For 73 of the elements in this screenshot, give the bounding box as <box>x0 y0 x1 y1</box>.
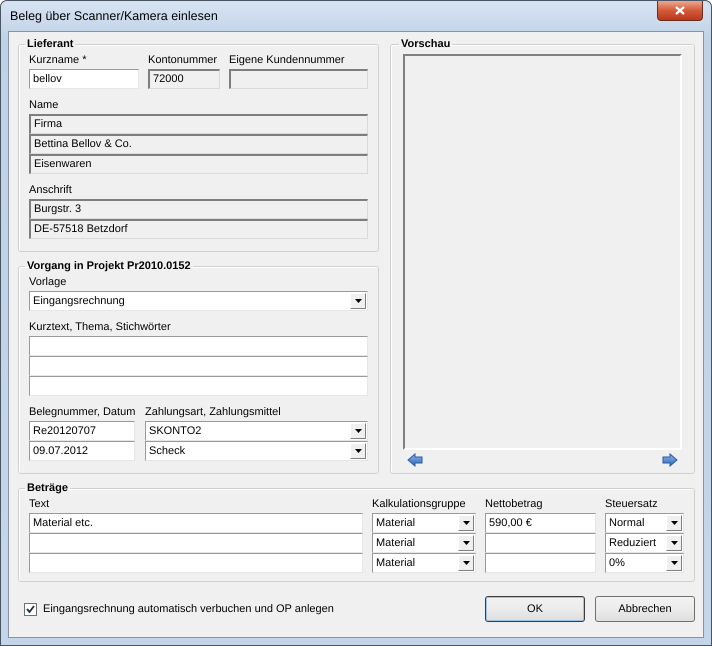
check-icon <box>26 605 35 613</box>
caret-icon <box>462 521 470 525</box>
dropdown-button[interactable] <box>350 443 366 459</box>
dropdown-button[interactable] <box>458 555 474 571</box>
checkbox[interactable] <box>24 602 37 616</box>
text-field[interactable]: Burgstr. 3 <box>29 199 368 219</box>
dropdown-button[interactable] <box>350 293 366 309</box>
dropdown[interactable]: Material <box>372 513 476 533</box>
text-field[interactable]: Bettina Bellov & Co. <box>29 134 368 154</box>
group-title: Beträge <box>26 482 69 494</box>
dropdown-button[interactable] <box>458 535 474 551</box>
dialog-button[interactable]: Abbrechen <box>595 596 695 622</box>
left-arrow-icon[interactable] <box>407 453 425 467</box>
group-title: Lieferant <box>26 38 74 50</box>
field-label: Kurzname * <box>29 53 88 67</box>
field-label: Eigene Kundennummer <box>229 53 346 67</box>
text-field[interactable]: 09.07.2012 <box>29 441 135 461</box>
text-field[interactable]: Eisenwaren <box>29 154 368 174</box>
close-icon <box>675 6 685 15</box>
caret-icon <box>354 449 362 453</box>
dropdown[interactable]: Eingangsrechnung <box>29 291 368 311</box>
column-header: Nettobetrag <box>485 497 544 511</box>
field-label: Zahlungsart, Zahlungsmittel <box>145 405 282 419</box>
field-label: Anschrift <box>29 183 73 197</box>
text-field[interactable] <box>29 533 363 553</box>
close-button[interactable] <box>657 1 703 21</box>
dropdown-button[interactable] <box>666 555 682 571</box>
dropdown-button[interactable] <box>458 515 474 531</box>
right-arrow-icon[interactable] <box>660 453 678 467</box>
amount-field[interactable] <box>485 553 596 573</box>
caret-icon <box>670 521 678 525</box>
group-title: Vorgang in Projekt Pr2010.0152 <box>26 260 192 272</box>
amount-field[interactable]: 590,00 € <box>485 513 596 533</box>
caret-icon <box>462 561 470 565</box>
text-field[interactable]: bellov <box>29 69 139 89</box>
text-field[interactable] <box>29 356 368 376</box>
dropdown[interactable]: Scheck <box>145 441 368 461</box>
dropdown-button[interactable] <box>350 423 366 439</box>
dropdown[interactable]: 0% <box>605 553 684 573</box>
text-field[interactable]: 72000 <box>148 69 220 89</box>
field-label: Belegnummer, Datum <box>29 405 135 419</box>
dropdown-button[interactable] <box>666 515 682 531</box>
dialog-button[interactable]: OK <box>485 596 585 622</box>
amount-field[interactable] <box>485 533 596 553</box>
field-label: Kurztext, Thema, Stichwörter <box>29 320 172 334</box>
field-label: Name <box>29 98 60 112</box>
group-title: Vorschau <box>400 38 452 50</box>
text-field[interactable] <box>229 69 368 89</box>
text-field[interactable] <box>29 336 368 356</box>
column-header: Text <box>29 497 50 511</box>
caret-icon <box>354 299 362 303</box>
text-field[interactable]: Material etc. <box>29 513 363 533</box>
field-label: Vorlage <box>29 275 68 289</box>
caret-icon <box>670 561 678 565</box>
caret-icon <box>462 541 470 545</box>
caret-icon <box>670 541 678 545</box>
text-field[interactable] <box>29 376 368 396</box>
dropdown[interactable]: Normal <box>605 513 684 533</box>
column-header: Steuersatz <box>605 497 659 511</box>
column-header: Kalkulationsgruppe <box>372 497 467 511</box>
checkbox-label: Eingangsrechnung automatisch verbuchen und OP anlegen <box>43 603 334 615</box>
dropdown[interactable]: Material <box>372 533 476 553</box>
text-field[interactable]: DE-57518 Betzdorf <box>29 219 368 239</box>
text-field[interactable] <box>29 553 363 573</box>
window-title: Beleg über Scanner/Kamera einlesen <box>9 8 218 25</box>
field-label: Kontonummer <box>148 53 218 67</box>
text-field[interactable]: Re20120707 <box>29 421 135 441</box>
dropdown-button[interactable] <box>666 535 682 551</box>
text-field[interactable]: Firma <box>29 114 368 134</box>
caret-icon <box>354 429 362 433</box>
dropdown[interactable]: Material <box>372 553 476 573</box>
dropdown[interactable]: SKONTO2 <box>145 421 368 441</box>
dropdown[interactable]: Reduziert <box>605 533 684 553</box>
